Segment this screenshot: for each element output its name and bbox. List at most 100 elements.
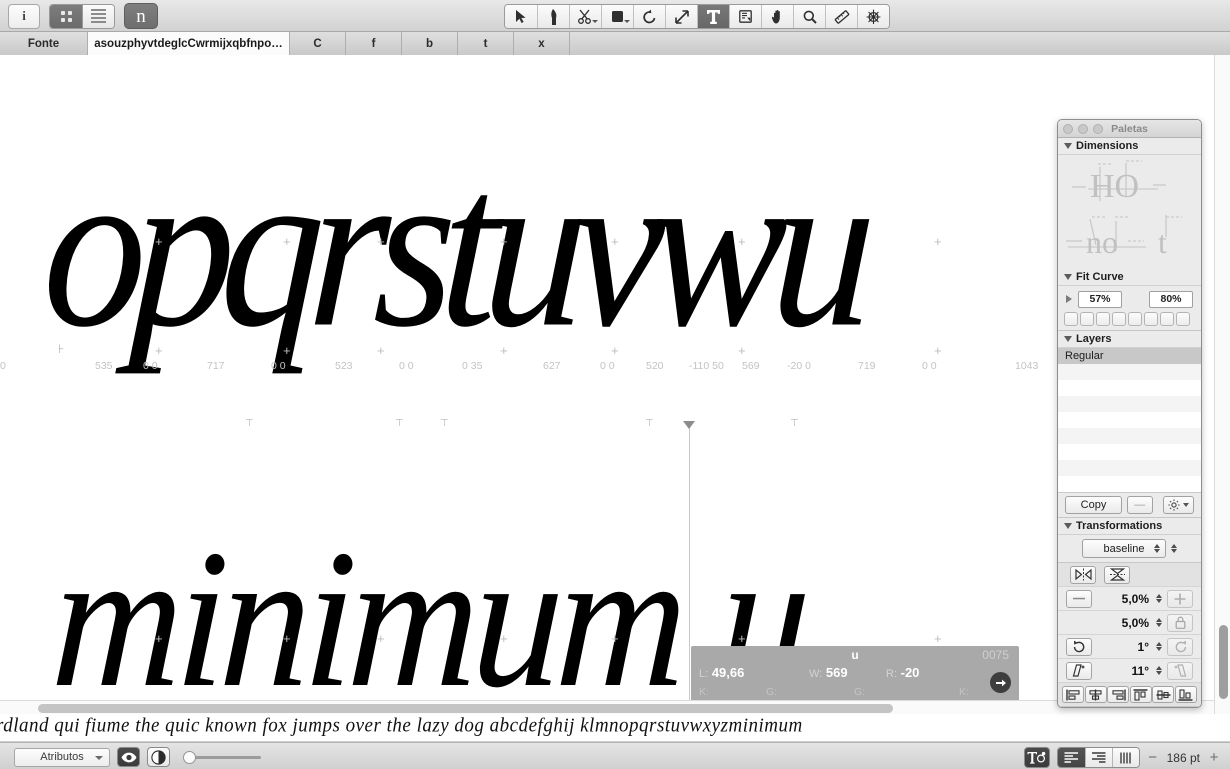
disclosure-triangle-icon[interactable] — [1064, 523, 1072, 529]
disclosure-triangle-icon[interactable] — [1064, 143, 1072, 149]
layer-row-empty[interactable] — [1058, 396, 1201, 412]
eye-icon[interactable] — [117, 747, 140, 767]
slant-right-button[interactable] — [1167, 661, 1193, 680]
tab-document[interactable]: asouzphyvtdeglcCwrmijxqbfnpo… — [88, 32, 290, 55]
attributes-dropdown[interactable]: Atributos — [14, 747, 110, 767]
layer-row-empty[interactable] — [1058, 380, 1201, 396]
align-vertical-icon[interactable] — [1111, 748, 1139, 767]
scissors-caret-icon[interactable] — [592, 20, 598, 23]
tab-glyph-c[interactable]: C — [290, 32, 346, 55]
transform-mode-stepper-icon[interactable] — [1154, 544, 1160, 553]
align-objects-top-icon[interactable] — [1129, 686, 1152, 703]
section-header-fit-curve[interactable]: Fit Curve — [1058, 269, 1201, 286]
flip-horizontal-button[interactable] — [1070, 565, 1096, 584]
tab-glyph-t[interactable]: t — [458, 32, 514, 55]
scale-x-value[interactable]: 5,0% — [1097, 592, 1151, 606]
scale-x-stepper-icon[interactable] — [1156, 594, 1162, 603]
align-left-icon[interactable] — [1057, 748, 1085, 767]
fit-curve-play-icon[interactable] — [1066, 295, 1072, 303]
rectangle-icon[interactable] — [601, 5, 633, 28]
layer-row-empty[interactable] — [1058, 412, 1201, 428]
fit-curve-left-field[interactable]: 57% — [1078, 290, 1122, 308]
scale-decrease-button[interactable] — [1066, 589, 1092, 608]
document-tab-bar[interactable]: Fonte asouzphyvtdeglcCwrmijxqbfnpo… C f … — [0, 32, 1230, 55]
hand-icon[interactable] — [761, 5, 793, 28]
align-objects-bottom-icon[interactable] — [1174, 686, 1197, 703]
guide-handle-icon[interactable] — [683, 421, 695, 429]
font-n-button[interactable]: n — [124, 3, 158, 29]
disclosure-triangle-icon[interactable] — [1064, 336, 1072, 342]
pen-icon[interactable] — [537, 5, 569, 28]
lock-aspect-icon[interactable] — [1167, 613, 1193, 632]
horizontal-scrollbar-thumb[interactable] — [38, 704, 893, 713]
copy-layer-button[interactable]: Copy — [1065, 496, 1122, 514]
align-objects-middle-icon[interactable] — [1152, 686, 1175, 703]
opacity-slider[interactable] — [183, 747, 263, 767]
layer-row-regular[interactable]: Regular — [1058, 348, 1201, 364]
tab-glyph-b[interactable]: b — [402, 32, 458, 55]
rotate-icon[interactable] — [633, 5, 665, 28]
contrast-icon[interactable] — [147, 747, 170, 767]
paletas-panel[interactable]: Paletas Dimensions HO no t Fit Curve 57%… — [1057, 119, 1202, 708]
vertical-guide-line[interactable] — [689, 425, 690, 700]
section-header-transformations[interactable]: Transformations — [1058, 518, 1201, 535]
info-button[interactable]: i — [8, 3, 40, 29]
rotate-stepper-icon[interactable] — [1156, 642, 1162, 651]
slant-left-button[interactable] — [1066, 661, 1092, 680]
select-arrow-icon[interactable] — [505, 5, 537, 28]
tab-fonte[interactable]: Fonte — [0, 32, 88, 55]
guides-icon[interactable] — [857, 5, 889, 28]
fit-preset-2[interactable] — [1080, 312, 1094, 326]
glyph-editing-canvas[interactable]: opqrstuvwu minimum u 0 535 0 0 717 0 0 523 0 0… — [0, 55, 1214, 700]
window-control-dots[interactable] — [1063, 124, 1201, 134]
transform-mode-dropdown[interactable]: baseline — [1082, 539, 1166, 558]
arrow-right-icon[interactable] — [990, 672, 1011, 693]
scale-increase-button[interactable] — [1167, 589, 1193, 608]
align-objects-center-icon[interactable] — [1084, 686, 1107, 703]
list-view-icon[interactable] — [82, 4, 114, 28]
alignment-segmented-control[interactable] — [1056, 747, 1140, 768]
transform-extra-stepper-icon[interactable] — [1171, 544, 1177, 553]
text-icon[interactable] — [697, 5, 729, 28]
tab-glyph-f[interactable]: f — [346, 32, 402, 55]
palette-titlebar[interactable]: Paletas — [1058, 120, 1201, 138]
fit-preset-1[interactable] — [1064, 312, 1078, 326]
section-header-dimensions[interactable]: Dimensions — [1058, 138, 1201, 155]
horizontal-scrollbar[interactable] — [0, 700, 1214, 714]
grid-view-icon[interactable] — [50, 4, 82, 28]
align-right-icon[interactable] — [1084, 748, 1112, 767]
flip-vertical-button[interactable] — [1104, 565, 1130, 584]
fit-preset-4[interactable] — [1112, 312, 1126, 326]
slider-knob[interactable] — [183, 751, 196, 764]
layer-row-empty[interactable] — [1058, 460, 1201, 476]
layers-list[interactable]: Regular — [1058, 348, 1201, 492]
view-mode-segmented-control[interactable] — [49, 3, 115, 29]
layer-row-empty[interactable] — [1058, 364, 1201, 380]
scale-icon[interactable] — [665, 5, 697, 28]
align-objects-right-icon[interactable] — [1107, 686, 1130, 703]
annotation-icon[interactable] — [729, 5, 761, 28]
vertical-scrollbar[interactable] — [1214, 55, 1230, 714]
sample-text-preview[interactable]: rdland qui fiume the quic known fox jump… — [0, 714, 1230, 742]
scale-y-value[interactable]: 5,0% — [1097, 616, 1151, 630]
remove-layer-button[interactable]: — — [1126, 496, 1153, 514]
scale-y-stepper-icon[interactable] — [1156, 618, 1162, 627]
fit-preset-7[interactable] — [1160, 312, 1174, 326]
tab-empty[interactable] — [570, 32, 1230, 55]
align-objects-left-icon[interactable] — [1062, 686, 1085, 703]
fit-preset-3[interactable] — [1096, 312, 1110, 326]
layer-options-gear-button[interactable] — [1162, 496, 1194, 514]
disclosure-triangle-icon[interactable] — [1064, 274, 1072, 280]
fit-curve-right-field[interactable]: 80% — [1149, 290, 1193, 308]
tab-glyph-x[interactable]: x — [514, 32, 570, 55]
text-orbit-icon[interactable] — [1023, 747, 1050, 768]
layer-row-empty[interactable] — [1058, 476, 1201, 492]
rotate-cw-button[interactable] — [1167, 637, 1193, 656]
size-decrease-button[interactable]: − — [1147, 749, 1159, 766]
fit-preset-5[interactable] — [1128, 312, 1142, 326]
rectangle-caret-icon[interactable] — [624, 20, 630, 23]
section-header-layers[interactable]: Layers — [1058, 331, 1201, 348]
magnifier-icon[interactable] — [793, 5, 825, 28]
fit-curve-preset-buttons[interactable] — [1058, 312, 1201, 331]
size-increase-button[interactable]: + — [1208, 749, 1220, 766]
